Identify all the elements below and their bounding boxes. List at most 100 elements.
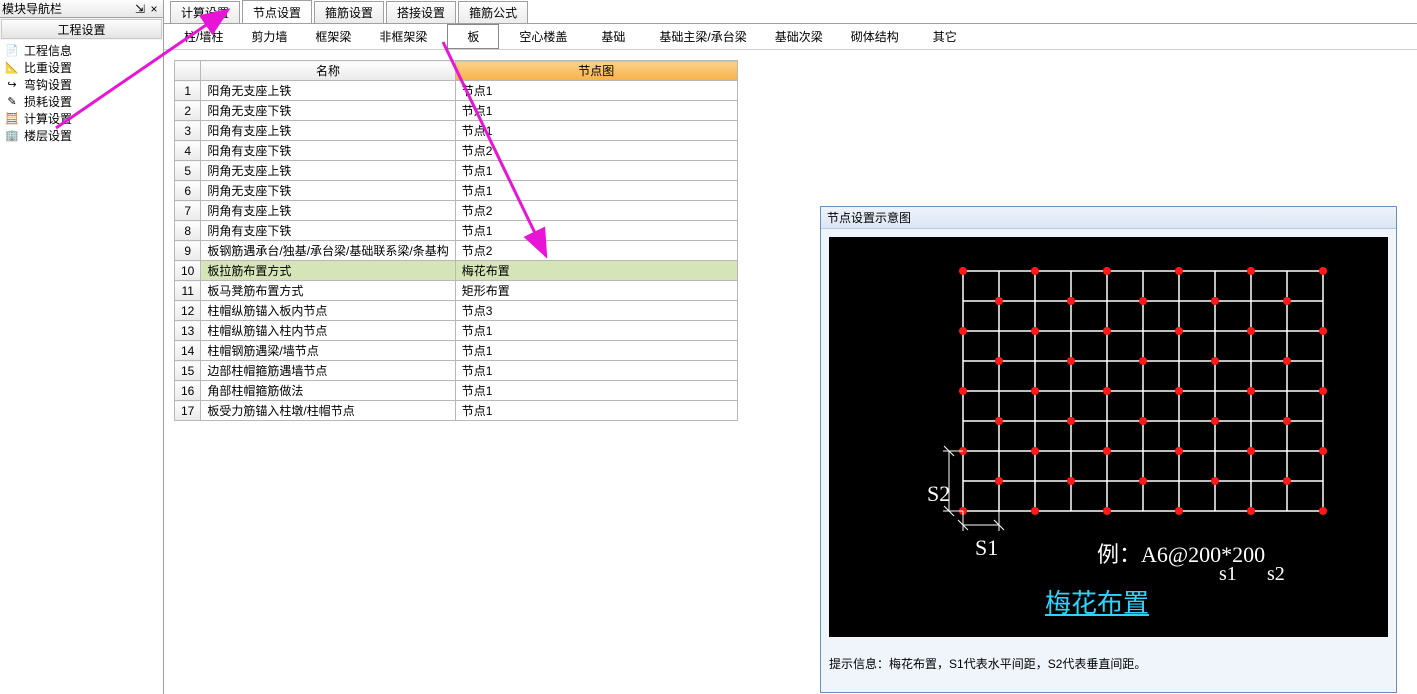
cell-name[interactable]: 板受力筋锚入柱墩/柱帽节点 <box>201 401 455 421</box>
sub-tab[interactable]: 基础次梁 <box>767 25 831 48</box>
nav-item-icon: ✎ <box>4 95 20 109</box>
sub-tab[interactable]: 砌体结构 <box>843 25 907 48</box>
nav-item-2[interactable]: ↪弯钩设置 <box>0 76 163 93</box>
sub-tab-strip: 柱/墙柱剪力墙框架梁非框架梁板空心楼盖基础基础主梁/承台梁基础次梁砌体结构其它 <box>164 24 1417 50</box>
nav-item-label: 楼层设置 <box>24 127 72 144</box>
table-row[interactable]: 9板钢筋遇承台/独基/承台梁/基础联系梁/条基构节点2 <box>175 241 738 261</box>
table-row[interactable]: 8阴角有支座下铁节点1 <box>175 221 738 241</box>
cell-node[interactable]: 节点1 <box>455 341 737 361</box>
column-header-node[interactable]: 节点图 <box>455 61 737 81</box>
cell-name[interactable]: 阴角有支座上铁 <box>201 201 455 221</box>
cell-name[interactable]: 板钢筋遇承台/独基/承台梁/基础联系梁/条基构 <box>201 241 455 261</box>
cell-node[interactable]: 节点2 <box>455 141 737 161</box>
sub-tab[interactable]: 板 <box>447 24 499 49</box>
row-number: 12 <box>175 301 201 321</box>
cell-name[interactable]: 柱帽纵筋锚入柱内节点 <box>201 321 455 341</box>
cell-node[interactable]: 节点2 <box>455 201 737 221</box>
cell-node[interactable]: 节点1 <box>455 381 737 401</box>
nav-item-0[interactable]: 📄工程信息 <box>0 42 163 59</box>
sub-tab[interactable]: 柱/墙柱 <box>176 25 231 48</box>
table-row[interactable]: 10板拉筋布置方式梅花布置 <box>175 261 738 281</box>
nav-item-icon: 📐 <box>4 61 20 75</box>
row-number: 3 <box>175 121 201 141</box>
nav-item-5[interactable]: 🏢楼层设置 <box>0 127 163 144</box>
top-tab[interactable]: 节点设置 <box>242 0 312 23</box>
top-tab[interactable]: 搭接设置 <box>386 1 456 23</box>
nav-item-icon: 🧮 <box>4 112 20 126</box>
top-tab[interactable]: 箍筋设置 <box>314 1 384 23</box>
cell-name[interactable]: 板马凳筋布置方式 <box>201 281 455 301</box>
example-label: 例：A6@200*200 <box>1097 537 1265 569</box>
row-number: 15 <box>175 361 201 381</box>
cell-name[interactable]: 阳角无支座上铁 <box>201 81 455 101</box>
column-header-name[interactable]: 名称 <box>201 61 455 81</box>
table-row[interactable]: 1阳角无支座上铁节点1 <box>175 81 738 101</box>
sub-tab[interactable]: 非框架梁 <box>371 25 435 48</box>
table-row[interactable]: 15边部柱帽箍筋遇墙节点节点1 <box>175 361 738 381</box>
nav-item-icon: 📄 <box>4 44 20 58</box>
table-row[interactable]: 5阴角无支座上铁节点1 <box>175 161 738 181</box>
cell-name[interactable]: 阳角无支座下铁 <box>201 101 455 121</box>
table-row[interactable]: 2阳角无支座下铁节点1 <box>175 101 738 121</box>
cell-node[interactable]: 节点1 <box>455 81 737 101</box>
cell-name[interactable]: 阴角有支座下铁 <box>201 221 455 241</box>
cell-name[interactable]: 柱帽钢筋遇梁/墙节点 <box>201 341 455 361</box>
cell-node[interactable]: 节点1 <box>455 321 737 341</box>
sub-tab[interactable]: 框架梁 <box>307 25 359 48</box>
table-row[interactable]: 13柱帽纵筋锚入柱内节点节点1 <box>175 321 738 341</box>
cell-name[interactable]: 阴角无支座上铁 <box>201 161 455 181</box>
nav-section-header[interactable]: 工程设置 <box>1 19 162 39</box>
table-row[interactable]: 17板受力筋锚入柱墩/柱帽节点节点1 <box>175 401 738 421</box>
nav-item-label: 计算设置 <box>24 110 72 127</box>
cell-node[interactable]: 矩形布置 <box>455 281 737 301</box>
table-row[interactable]: 6阴角无支座下铁节点1 <box>175 181 738 201</box>
table-row[interactable]: 11板马凳筋布置方式矩形布置 <box>175 281 738 301</box>
cell-name[interactable]: 阳角有支座下铁 <box>201 141 455 161</box>
cell-node[interactable]: 节点1 <box>455 221 737 241</box>
cell-name[interactable]: 柱帽纵筋锚入板内节点 <box>201 301 455 321</box>
nav-item-4[interactable]: 🧮 计算设置 <box>0 110 163 127</box>
s2-small-label: s2 <box>1267 563 1285 586</box>
row-number: 13 <box>175 321 201 341</box>
close-icon[interactable]: × <box>147 2 161 16</box>
table-row[interactable]: 14柱帽钢筋遇梁/墙节点节点1 <box>175 341 738 361</box>
top-tab[interactable]: 箍筋公式 <box>458 1 528 23</box>
sub-tab[interactable]: 基础主梁/承台梁 <box>651 25 754 48</box>
cell-name[interactable]: 角部柱帽箍筋做法 <box>201 381 455 401</box>
sub-tab[interactable]: 剪力墙 <box>243 25 295 48</box>
cell-name[interactable]: 阳角有支座上铁 <box>201 121 455 141</box>
nav-item-3[interactable]: ✎ 损耗设置 <box>0 93 163 110</box>
top-tab[interactable]: 计算设置 <box>170 1 240 23</box>
table-row[interactable]: 4阳角有支座下铁节点2 <box>175 141 738 161</box>
table-row[interactable]: 7阴角有支座上铁节点2 <box>175 201 738 221</box>
nav-item-icon: ↪ <box>4 78 20 92</box>
top-tab-strip: 计算设置节点设置箍筋设置搭接设置箍筋公式 <box>164 0 1417 24</box>
table-row[interactable]: 12柱帽纵筋锚入板内节点节点3 <box>175 301 738 321</box>
nav-title-bar: 模块导航栏 ⇲ × <box>0 0 163 18</box>
row-number: 16 <box>175 381 201 401</box>
cell-node[interactable]: 节点1 <box>455 401 737 421</box>
row-number: 14 <box>175 341 201 361</box>
pin-icon[interactable]: ⇲ <box>133 2 147 16</box>
cell-name[interactable]: 板拉筋布置方式 <box>201 261 455 281</box>
row-number: 11 <box>175 281 201 301</box>
cell-node[interactable]: 节点3 <box>455 301 737 321</box>
cell-node[interactable]: 梅花布置 <box>455 261 737 281</box>
cell-node[interactable]: 节点1 <box>455 181 737 201</box>
nav-item-1[interactable]: 📐比重设置 <box>0 59 163 76</box>
cell-name[interactable]: 阴角无支座下铁 <box>201 181 455 201</box>
cell-node[interactable]: 节点1 <box>455 121 737 141</box>
cell-node[interactable]: 节点2 <box>455 241 737 261</box>
cell-name[interactable]: 边部柱帽箍筋遇墙节点 <box>201 361 455 381</box>
cell-node[interactable]: 节点1 <box>455 161 737 181</box>
sub-tab[interactable]: 基础 <box>587 25 639 48</box>
cell-node[interactable]: 节点1 <box>455 101 737 121</box>
meihua-arrangement-label: 梅花布置 <box>1045 583 1149 620</box>
cell-node[interactable]: 节点1 <box>455 361 737 381</box>
sub-tab[interactable]: 空心楼盖 <box>511 25 575 48</box>
s1-dimension-label: S1 <box>975 535 998 561</box>
table-row[interactable]: 16角部柱帽箍筋做法节点1 <box>175 381 738 401</box>
nav-item-label: 损耗设置 <box>24 93 72 110</box>
table-row[interactable]: 3阳角有支座上铁节点1 <box>175 121 738 141</box>
sub-tab[interactable]: 其它 <box>919 25 971 48</box>
